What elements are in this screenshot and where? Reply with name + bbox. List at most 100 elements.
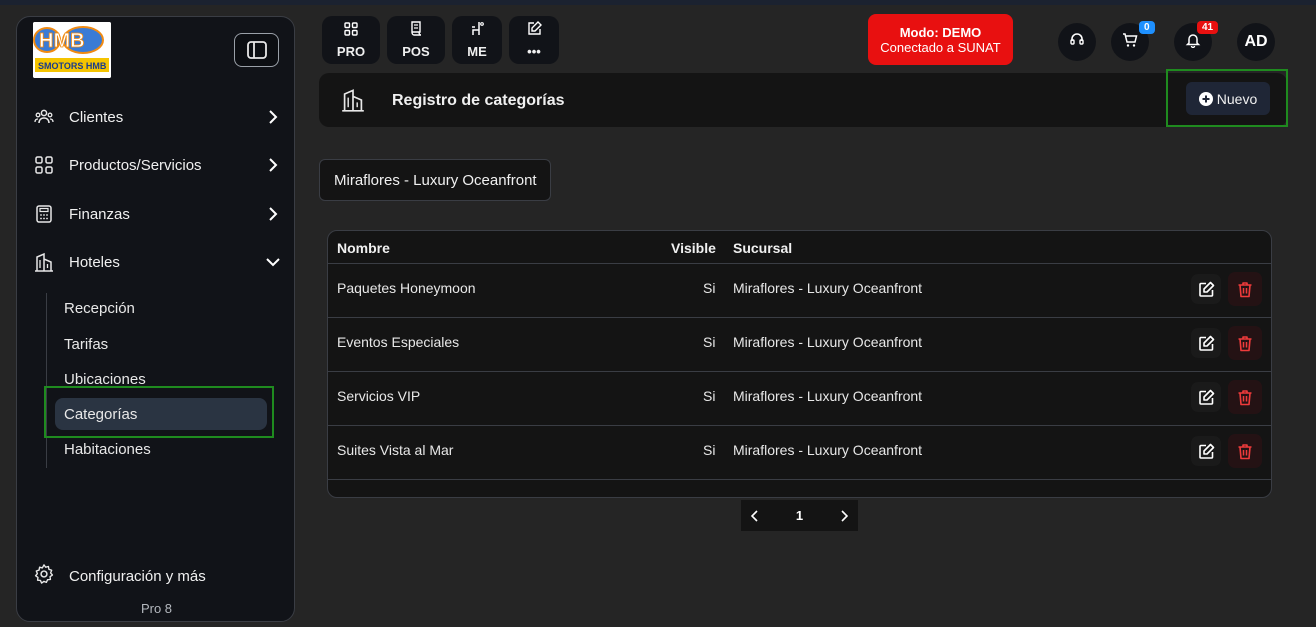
cell-visible: Si <box>703 334 716 350</box>
edit-icon <box>1198 281 1215 298</box>
cart-count-badge: 0 <box>1139 21 1155 34</box>
edit-icon <box>527 21 542 41</box>
notification-count-badge: 41 <box>1197 21 1219 34</box>
column-header-sucursal: Sucursal <box>733 240 793 256</box>
trash-icon <box>1237 443 1253 460</box>
toolbar-pos-button[interactable]: POS <box>387 16 445 64</box>
version-label: Pro 8 <box>140 601 173 616</box>
company-logo: HMB SMOTORS HMB <box>33 22 111 78</box>
trash-icon <box>1237 389 1253 406</box>
building-icon <box>341 88 365 117</box>
sidebar-subitem-categorias[interactable]: Categorías <box>55 398 267 430</box>
toolbar-button-label: ME <box>467 44 487 59</box>
table-header: Nombre Visible Sucursal <box>328 231 1271 264</box>
branch-select[interactable]: Miraflores - Luxury Oceanfront <box>319 159 551 201</box>
chevron-right-icon <box>265 206 281 222</box>
avatar[interactable]: AD <box>1237 23 1275 61</box>
toolbar-pro-button[interactable]: PRO <box>322 16 380 64</box>
edit-button[interactable] <box>1191 382 1221 412</box>
cell-visible: Si <box>703 388 716 404</box>
column-header-nombre: Nombre <box>337 240 390 256</box>
chevron-right-icon <box>265 157 281 173</box>
trash-icon <box>1237 281 1253 298</box>
sidebar-item-productos[interactable]: Productos/Servicios <box>33 150 281 180</box>
categories-table: Nombre Visible Sucursal Paquetes Honeymo… <box>327 230 1272 498</box>
edit-icon <box>1198 443 1215 460</box>
new-button-label: Nuevo <box>1216 90 1258 107</box>
delete-button[interactable] <box>1228 380 1262 414</box>
calculator-icon <box>33 203 55 225</box>
chevron-down-icon <box>265 254 281 270</box>
cell-visible: Si <box>703 442 716 458</box>
demo-mode-badge[interactable]: Modo: DEMO Conectado a SUNAT <box>868 14 1013 65</box>
sidebar-subitem-recepcion[interactable]: Recepción <box>55 292 267 324</box>
toolbar-button-label: POS <box>402 44 430 59</box>
config-label: Configuración y más <box>69 568 206 585</box>
sidebar-toggle-button[interactable] <box>234 33 279 67</box>
cell-nombre: Eventos Especiales <box>337 334 460 350</box>
table-row: Eventos Especiales Si Miraflores - Luxury … <box>328 318 1271 372</box>
cell-nombre: Servicios VIP <box>337 388 421 404</box>
config-link[interactable]: Configuración y más <box>33 563 206 590</box>
cart-icon <box>1122 32 1138 53</box>
svg-text:HMB: HMB <box>39 30 85 52</box>
pagination: 1 <box>741 500 858 531</box>
plus-circle-icon <box>1198 91 1213 106</box>
sidebar-item-label: Productos/Servicios <box>69 156 202 174</box>
cell-sucursal: Miraflores - Luxury Oceanfront <box>733 334 923 350</box>
page-header: Registro de categorías Nuevo <box>319 73 1287 127</box>
delete-button[interactable] <box>1228 434 1262 468</box>
top-strip <box>0 0 1316 5</box>
cell-sucursal: Miraflores - Luxury Oceanfront <box>733 280 923 296</box>
headset-icon <box>1069 32 1085 53</box>
support-button[interactable] <box>1058 23 1096 61</box>
sidebar-item-hoteles[interactable]: Hoteles <box>33 247 281 277</box>
page-title: Registro de categorías <box>392 92 565 109</box>
toolbar-me-button[interactable]: ME <box>452 16 502 64</box>
edit-icon <box>1198 389 1215 406</box>
toolbar-more-button[interactable]: ••• <box>509 16 559 64</box>
sidebar-item-label: Finanzas <box>69 205 130 223</box>
chair-icon <box>470 21 484 41</box>
new-button[interactable]: Nuevo <box>1186 82 1270 115</box>
delete-button[interactable] <box>1228 326 1262 360</box>
chevron-right-icon <box>265 109 281 125</box>
toolbar-button-label: ••• <box>527 44 541 59</box>
delete-button[interactable] <box>1228 272 1262 306</box>
svg-text:SMOTORS HMB: SMOTORS HMB <box>38 61 107 71</box>
table-row: Servicios VIP Si Miraflores - Luxury Ocean… <box>328 372 1271 426</box>
bell-icon <box>1185 32 1201 53</box>
cell-sucursal: Miraflores - Luxury Oceanfront <box>733 388 923 404</box>
sidebar-subitem-ubicaciones[interactable]: Ubicaciones <box>55 363 267 395</box>
edit-button[interactable] <box>1191 274 1221 304</box>
sidebar-item-finanzas[interactable]: Finanzas <box>33 199 281 229</box>
edit-button[interactable] <box>1191 328 1221 358</box>
edit-icon <box>1198 335 1215 352</box>
cell-sucursal: Miraflores - Luxury Oceanfront <box>733 442 923 458</box>
grid-icon <box>344 21 358 41</box>
table-row: Suites Vista al Mar Si Miraflores - Luxury… <box>328 426 1271 480</box>
sidebar-subitem-habitaciones[interactable]: Habitaciones <box>55 433 267 465</box>
demo-mode-title: Modo: DEMO <box>899 24 982 40</box>
sidebar-item-label: Hoteles <box>69 253 120 271</box>
cell-visible: Si <box>703 280 716 296</box>
sidebar: HMB SMOTORS HMB Clientes Productos/Servi… <box>16 16 295 622</box>
trash-icon <box>1237 335 1253 352</box>
edit-button[interactable] <box>1191 436 1221 466</box>
sidebar-item-clientes[interactable]: Clientes <box>33 102 281 132</box>
receipt-icon <box>409 21 423 41</box>
users-icon <box>33 106 55 128</box>
sidebar-item-label: Clientes <box>69 108 124 126</box>
column-header-visible: Visible <box>671 240 716 256</box>
cell-nombre: Paquetes Honeymoon <box>337 280 476 296</box>
grid-icon <box>33 154 55 176</box>
prev-page-button[interactable] <box>751 509 759 522</box>
next-page-button[interactable] <box>840 509 848 522</box>
sidebar-subitem-tarifas[interactable]: Tarifas <box>55 328 267 360</box>
current-page[interactable]: 1 <box>796 508 803 523</box>
submenu-line <box>46 293 47 468</box>
cell-nombre: Suites Vista al Mar <box>337 442 454 458</box>
demo-mode-subtitle: Conectado a SUNAT <box>880 39 1001 55</box>
gear-icon <box>33 563 55 590</box>
sidebar-panel-icon <box>246 41 267 59</box>
